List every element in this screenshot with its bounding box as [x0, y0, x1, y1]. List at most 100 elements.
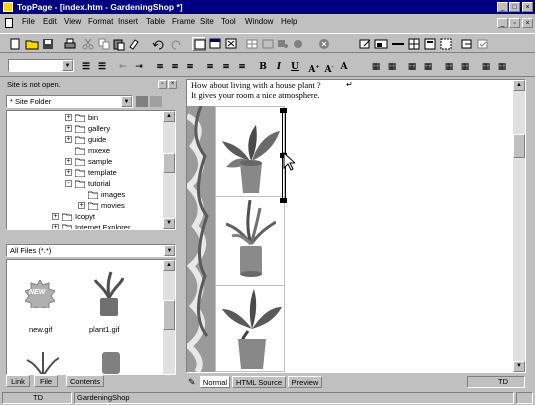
mdi-minimize-button[interactable]: _	[497, 18, 508, 28]
panel-restore-button[interactable]: ▫	[158, 80, 167, 89]
save-icon[interactable]	[41, 37, 55, 51]
plant-image[interactable]	[222, 121, 280, 199]
cut-icon[interactable]	[81, 37, 95, 51]
menu-tool[interactable]: Tool	[221, 16, 236, 28]
align-right-icon[interactable]: ≡	[183, 60, 197, 74]
table-col-icon[interactable]: ▦	[405, 60, 419, 74]
copy-icon[interactable]	[97, 37, 111, 51]
resize-grip-bottom[interactable]	[280, 198, 287, 203]
menu-frame[interactable]: Frame	[172, 16, 195, 28]
chevron-down-icon[interactable]: ▼	[121, 96, 132, 107]
image-tool-icon[interactable]	[261, 37, 275, 51]
scroll-up-button[interactable]: ▲	[163, 111, 175, 122]
check-icon[interactable]	[476, 37, 490, 51]
menu-table[interactable]: Table	[146, 16, 165, 28]
tab-contents[interactable]: Contents	[66, 375, 104, 387]
chevron-down-icon[interactable]: ▼	[164, 245, 175, 256]
bold-icon[interactable]: B	[256, 60, 270, 74]
file-item-plant1[interactable]: plant1.gif	[83, 270, 133, 340]
table-merge-icon[interactable]: ▦	[421, 60, 435, 74]
valign-top-icon[interactable]: ≡	[203, 60, 217, 74]
grid-icon[interactable]	[407, 37, 421, 51]
frame-icon[interactable]	[439, 37, 453, 51]
menu-view[interactable]: View	[64, 16, 81, 28]
file-item-3[interactable]	[25, 346, 61, 374]
file-item-4[interactable]	[99, 348, 123, 374]
outdent-icon[interactable]: ⇤	[116, 60, 130, 74]
menu-insert[interactable]: Insert	[118, 16, 138, 28]
new-icon[interactable]	[8, 37, 22, 51]
plant-image[interactable]	[226, 200, 276, 280]
tab-normal[interactable]: Normal	[200, 376, 230, 388]
minimize-button[interactable]: _	[497, 2, 508, 12]
paragraph-style-select[interactable]: ▼	[8, 59, 74, 72]
picture-icon[interactable]	[374, 37, 388, 51]
paste-icon[interactable]	[112, 37, 126, 51]
edit-icon[interactable]	[358, 37, 372, 51]
menu-format[interactable]: Format	[88, 16, 113, 28]
scroll-up-button[interactable]: ▲	[163, 260, 175, 271]
chevron-down-icon[interactable]: ▼	[62, 60, 73, 71]
menu-file[interactable]: File	[22, 16, 35, 28]
editor-scrollbar[interactable]: ▲ ▼	[513, 80, 525, 372]
font-larger-icon[interactable]: A+	[307, 60, 321, 75]
doc-icon[interactable]	[5, 18, 13, 28]
open-icon[interactable]	[25, 37, 39, 51]
editor-area[interactable]: How about living with a house plant ? ↵ …	[186, 79, 526, 373]
panel-close-button[interactable]: ×	[168, 80, 177, 89]
editor-text-line-1[interactable]: How about living with a house plant ?	[191, 80, 321, 90]
publish-icon[interactable]	[460, 37, 474, 51]
maximize-button[interactable]: □	[509, 2, 520, 12]
bullet-list-icon[interactable]: ☰	[79, 60, 93, 74]
image-table[interactable]	[215, 106, 285, 372]
underline-icon[interactable]: U	[288, 60, 302, 74]
table-row-icon[interactable]: ▦	[385, 60, 399, 74]
scroll-thumb[interactable]	[163, 153, 175, 173]
menu-window[interactable]: Window	[245, 16, 273, 28]
file-filter-select[interactable]: All Files (*.*) ▼	[6, 244, 176, 257]
editor-text-line-2[interactable]: It gives your room a nice atmosphere.	[191, 90, 320, 100]
table-split-icon[interactable]: ▦	[442, 60, 456, 74]
link-tool-icon[interactable]	[276, 37, 290, 51]
cell-props-icon[interactable]: ▦	[495, 60, 509, 74]
site-new-folder-icon[interactable]	[136, 96, 148, 107]
mdi-restore-button[interactable]: ▫	[509, 18, 520, 28]
font-smaller-icon[interactable]: A-	[322, 60, 336, 75]
table-props-icon[interactable]: ▦	[479, 60, 493, 74]
scroll-up-button[interactable]: ▲	[513, 80, 525, 91]
scroll-thumb[interactable]	[513, 134, 525, 158]
stop-icon[interactable]	[317, 37, 331, 51]
print-icon[interactable]	[63, 37, 77, 51]
tab-file[interactable]: File	[34, 375, 58, 387]
form-icon[interactable]	[423, 37, 437, 51]
mdi-close-button[interactable]: ×	[522, 18, 533, 28]
undo-icon[interactable]	[152, 37, 166, 51]
font-color-icon[interactable]: A	[337, 60, 351, 74]
file-list-scrollbar[interactable]: ▲	[163, 260, 175, 374]
scroll-down-button[interactable]: ▼	[163, 218, 175, 229]
tab-link[interactable]: Link	[6, 375, 30, 387]
site-folder-select[interactable]: * Site Folder ▼	[6, 95, 133, 108]
menu-site[interactable]: Site	[200, 16, 214, 28]
app-icon[interactable]	[3, 2, 13, 12]
scroll-thumb[interactable]	[163, 300, 175, 330]
object-tool-icon[interactable]	[291, 37, 305, 51]
valign-middle-icon[interactable]: ≡	[219, 60, 233, 74]
align-center-icon[interactable]: ≡	[168, 60, 182, 74]
eraser-icon[interactable]	[127, 37, 141, 51]
numbered-list-icon[interactable]: ☰	[95, 60, 109, 74]
normal-view-icon[interactable]	[192, 37, 206, 51]
menu-edit[interactable]: Edit	[43, 16, 57, 28]
scroll-down-button[interactable]: ▼	[513, 361, 525, 372]
redo-icon[interactable]	[169, 37, 183, 51]
hr-icon[interactable]	[391, 37, 405, 51]
resize-grip-top[interactable]	[280, 108, 287, 113]
valign-bottom-icon[interactable]: ≡	[235, 60, 249, 74]
tab-html-source[interactable]: HTML Source	[232, 376, 286, 388]
site-settings-icon[interactable]	[150, 96, 162, 107]
table-tool-icon[interactable]	[245, 37, 259, 51]
frame-view-icon[interactable]	[208, 37, 222, 51]
close-button[interactable]: ×	[522, 2, 533, 12]
italic-icon[interactable]: I	[272, 60, 286, 74]
indent-icon[interactable]: ⇥	[132, 60, 146, 74]
